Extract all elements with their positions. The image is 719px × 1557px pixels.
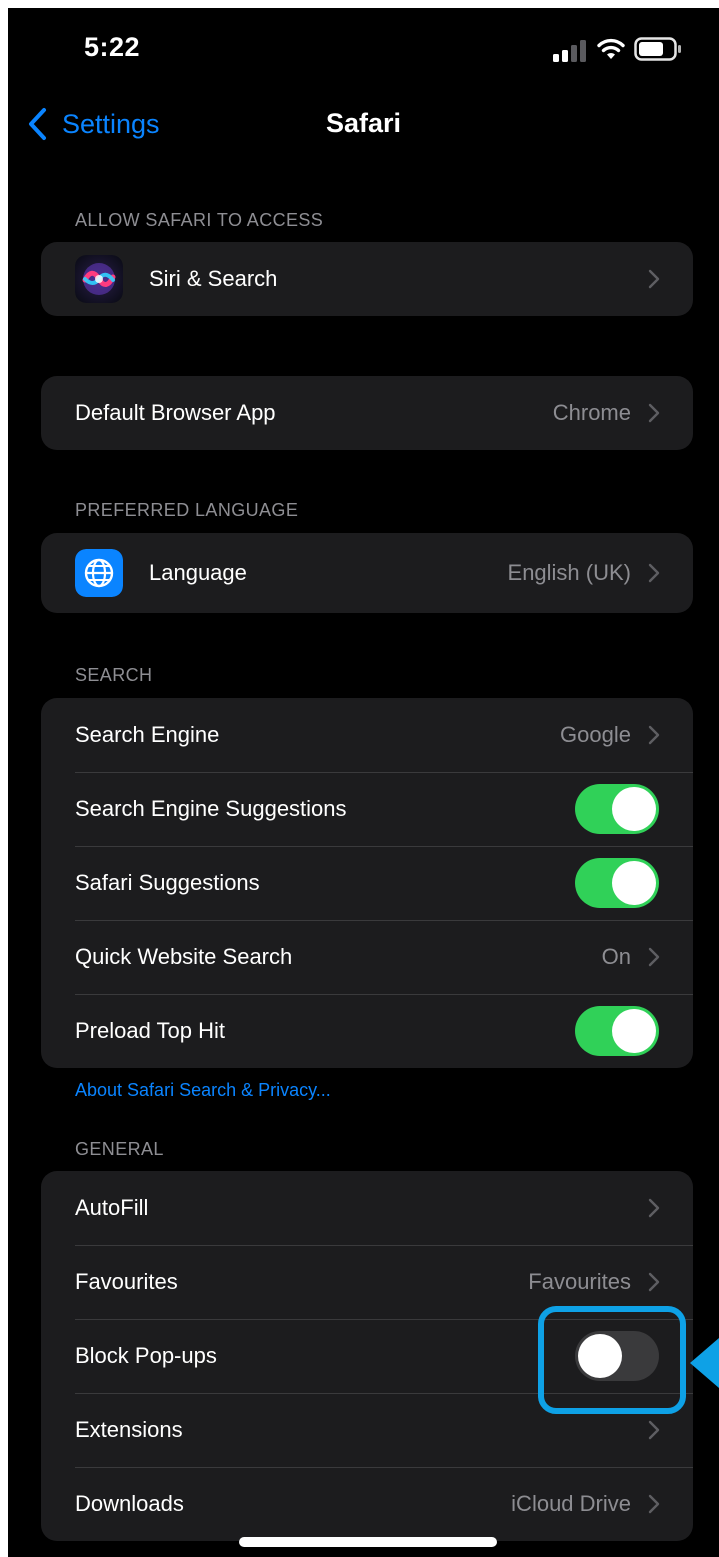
signal-icon xyxy=(553,40,586,62)
chevron-right-icon xyxy=(648,403,660,423)
row-value-search-engine: Google xyxy=(560,722,631,747)
row-label-favourites: Favourites xyxy=(75,1269,178,1294)
siri-icon xyxy=(75,255,123,303)
row-language[interactable]: Language English (UK) xyxy=(41,533,693,613)
row-label-siri-search: Siri & Search xyxy=(149,266,278,291)
status-time: 5:22 xyxy=(84,32,141,62)
row-label-search-engine: Search Engine xyxy=(75,722,220,747)
row-value-downloads: iCloud Drive xyxy=(511,1491,631,1516)
battery-icon xyxy=(634,37,681,61)
row-search-engine[interactable]: Search Engine Google xyxy=(41,698,693,772)
row-label-language: Language xyxy=(149,560,247,585)
toggle-preload-top-hit[interactable] xyxy=(575,1006,659,1056)
section-header-search: SEARCH xyxy=(75,665,153,685)
section-header-general: GENERAL xyxy=(75,1139,164,1159)
section-header-allow-access: ALLOW SAFARI TO ACCESS xyxy=(75,210,324,230)
toggle-search-engine-suggestions[interactable] xyxy=(575,784,659,834)
row-downloads[interactable]: Downloads iCloud Drive xyxy=(41,1467,693,1541)
row-label-search-engine-suggestions: Search Engine Suggestions xyxy=(75,796,347,821)
home-indicator xyxy=(239,1537,497,1547)
chevron-right-icon xyxy=(648,947,660,967)
about-safari-search-privacy-link[interactable]: About Safari Search & Privacy... xyxy=(75,1080,331,1101)
wifi-icon xyxy=(597,38,625,59)
row-label-extensions: Extensions xyxy=(75,1417,183,1442)
row-label-safari-suggestions: Safari Suggestions xyxy=(75,870,260,895)
row-siri-search[interactable]: Siri & Search xyxy=(41,242,693,316)
row-label-default-browser: Default Browser App xyxy=(75,400,276,425)
screen: 5:22 Settings Safari ALLOW SAFARI TO ACC… xyxy=(8,8,719,1557)
row-value-quick-website-search: On xyxy=(601,944,631,969)
chevron-right-icon xyxy=(648,1272,660,1292)
row-value-default-browser: Chrome xyxy=(552,400,631,425)
chevron-right-icon xyxy=(648,1494,660,1514)
row-default-browser-app[interactable]: Default Browser App Chrome xyxy=(41,376,693,450)
toggle-knob xyxy=(612,1009,656,1053)
row-label-downloads: Downloads xyxy=(75,1491,184,1516)
chevron-right-icon xyxy=(648,269,660,289)
status-bar: 5:22 xyxy=(8,8,719,88)
row-search-engine-suggestions: Search Engine Suggestions xyxy=(41,772,693,846)
row-label-preload-top-hit: Preload Top Hit xyxy=(75,1018,226,1043)
row-quick-website-search[interactable]: Quick Website Search On xyxy=(41,920,693,994)
chevron-right-icon xyxy=(648,563,660,583)
row-safari-suggestions: Safari Suggestions xyxy=(41,846,693,920)
page-title: Safari xyxy=(325,108,402,138)
row-label-quick-website-search: Quick Website Search xyxy=(75,944,293,969)
globe-icon xyxy=(75,549,123,597)
toggle-knob xyxy=(612,787,656,831)
row-preload-top-hit: Preload Top Hit xyxy=(41,994,693,1068)
toggle-safari-suggestions[interactable] xyxy=(575,858,659,908)
toggle-knob xyxy=(612,861,656,905)
row-value-favourites: Favourites xyxy=(528,1269,631,1294)
row-value-language: English (UK) xyxy=(507,560,631,585)
row-label-block-popups: Block Pop-ups xyxy=(75,1343,217,1368)
row-label-autofill: AutoFill xyxy=(75,1195,149,1220)
row-autofill[interactable]: AutoFill xyxy=(41,1171,693,1245)
chevron-right-icon xyxy=(648,1198,660,1218)
group-default-browser: Default Browser App Chrome xyxy=(41,376,693,450)
highlight-box xyxy=(538,1306,686,1414)
section-header-preferred-language: PREFERRED LANGUAGE xyxy=(75,500,299,520)
group-preferred-language: Language English (UK) xyxy=(41,533,693,613)
pointer-arrow-icon xyxy=(690,1338,719,1388)
chevron-right-icon xyxy=(648,725,660,745)
group-allow-access: Siri & Search xyxy=(41,242,693,316)
group-search: Search Engine Google Search Engine Sugge… xyxy=(41,698,693,1068)
chevron-right-icon xyxy=(648,1420,660,1440)
